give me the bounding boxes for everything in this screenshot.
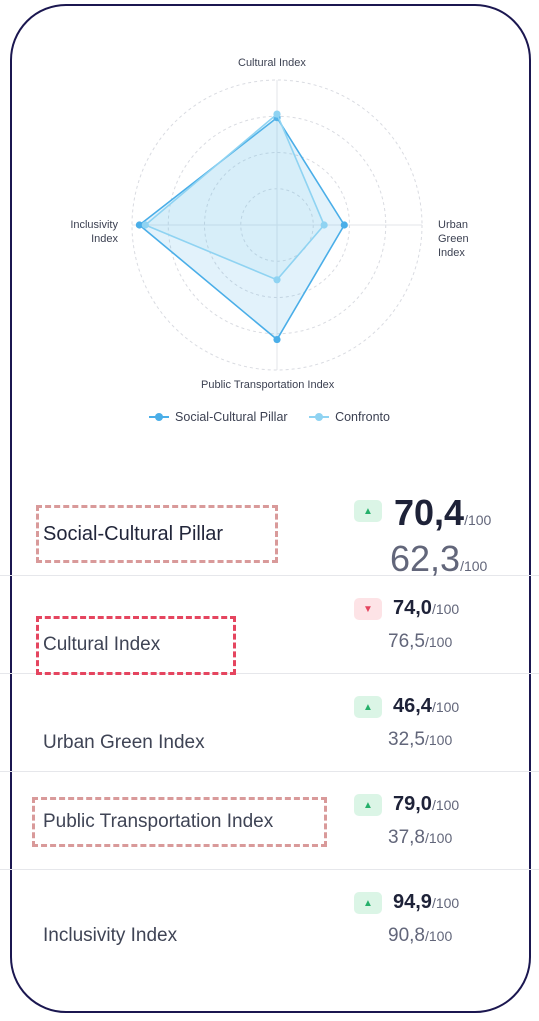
row-value-unit: /100 bbox=[431, 797, 460, 813]
row-value-number: 94,9 bbox=[393, 891, 432, 913]
legend-marker-icon bbox=[149, 412, 170, 422]
row-compare-unit: /100 bbox=[424, 928, 453, 944]
legend-label: Social-Cultural Pillar bbox=[175, 410, 288, 424]
list-item-inclusivity-index[interactable]: Inclusivity Index ▲ 94,9/100 90,8/100 bbox=[0, 870, 539, 968]
row-value: 74,0/100 bbox=[393, 597, 459, 620]
trend-up-icon: ▲ bbox=[354, 500, 382, 522]
legend-item-social-cultural[interactable]: Social-Cultural Pillar bbox=[149, 410, 288, 424]
row-value-unit: /100 bbox=[464, 512, 492, 528]
series-2-point-3 bbox=[273, 276, 281, 284]
row-compare-number: 90,8 bbox=[388, 925, 425, 946]
row-value-number: 70,4 bbox=[394, 492, 465, 533]
row-value: 94,9/100 bbox=[393, 891, 459, 914]
trend-up-icon: ▲ bbox=[354, 696, 382, 718]
series-1-point-3 bbox=[273, 335, 281, 344]
trend-up-icon: ▲ bbox=[354, 892, 382, 914]
row-compare-number: 37,8 bbox=[388, 827, 425, 848]
legend-item-confronto[interactable]: Confronto bbox=[309, 410, 390, 424]
list-item-cultural-index[interactable]: Cultural Index ▼ 74,0/100 76,5/100 bbox=[0, 576, 539, 675]
row-value-unit: /100 bbox=[431, 895, 460, 911]
row-compare: 37,8/100 bbox=[388, 827, 452, 849]
chart-legend: Social-Cultural Pillar Confronto bbox=[0, 410, 539, 425]
trend-up-icon: ▲ bbox=[354, 794, 382, 816]
row-value-unit: /100 bbox=[431, 699, 460, 715]
legend-marker-icon bbox=[309, 412, 330, 422]
row-compare: 76,5/100 bbox=[388, 631, 452, 653]
radar-chart: Cultural Index Urban Green Index Public … bbox=[0, 0, 539, 440]
row-compare: 32,5/100 bbox=[388, 729, 452, 751]
series-2-point-4 bbox=[141, 221, 149, 229]
row-label: Social-Cultural Pillar bbox=[43, 523, 224, 545]
legend-label: Confronto bbox=[335, 410, 390, 424]
row-label: Cultural Index bbox=[43, 634, 161, 655]
row-value-number: 46,4 bbox=[393, 695, 432, 717]
row-compare-number: 32,5 bbox=[388, 729, 425, 750]
axis-label-urban-green-line-2: Green bbox=[438, 233, 469, 245]
index-list: Social-Cultural Pillar ▲ 70,4/100 62,3/1… bbox=[0, 478, 539, 968]
series-area-2 bbox=[143, 112, 326, 281]
series-2-point-2 bbox=[320, 221, 328, 229]
row-compare-number: 76,5 bbox=[388, 631, 425, 652]
row-compare-unit: /100 bbox=[460, 558, 488, 574]
row-value-unit: /100 bbox=[431, 601, 460, 617]
axis-label-public-transport: Public Transportation Index bbox=[201, 379, 335, 391]
row-compare-unit: /100 bbox=[424, 732, 453, 748]
list-item-urban-green-index[interactable]: Urban Green Index ▲ 46,4/100 32,5/100 bbox=[0, 674, 539, 772]
axis-label-inclusivity-line-2: Index bbox=[91, 233, 118, 245]
trend-down-icon: ▼ bbox=[354, 598, 382, 620]
list-item-public-transportation-index[interactable]: Public Transportation Index ▲ 79,0/100 3… bbox=[0, 772, 539, 870]
row-compare-unit: /100 bbox=[424, 830, 453, 846]
row-value: 79,0/100 bbox=[393, 793, 459, 816]
axis-label-inclusivity: Inclusivity Index bbox=[60, 218, 118, 246]
row-value-number: 79,0 bbox=[393, 793, 432, 815]
axis-label-urban-green: Urban Green Index bbox=[438, 218, 469, 260]
row-compare-number: 62,3 bbox=[390, 538, 461, 579]
axis-label-urban-green-line-3: Index bbox=[438, 247, 465, 259]
axis-label-inclusivity-line-1: Inclusivity bbox=[70, 219, 118, 231]
axis-label-cultural: Cultural Index bbox=[238, 57, 306, 69]
list-item-social-cultural-pillar[interactable]: Social-Cultural Pillar ▲ 70,4/100 62,3/1… bbox=[0, 478, 539, 579]
row-value: 46,4/100 bbox=[393, 695, 459, 718]
row-value-number: 74,0 bbox=[393, 597, 432, 619]
row-value: 70,4/100 bbox=[394, 492, 491, 534]
row-compare: 62,3/100 bbox=[390, 538, 487, 580]
row-label: Public Transportation Index bbox=[43, 811, 274, 832]
row-compare: 90,8/100 bbox=[388, 925, 452, 947]
series-2-point-1 bbox=[273, 110, 281, 118]
axis-label-urban-green-line-1: Urban bbox=[438, 219, 468, 231]
row-label: Inclusivity Index bbox=[43, 925, 178, 946]
series-1-point-2 bbox=[340, 221, 348, 229]
row-compare-unit: /100 bbox=[424, 634, 453, 650]
row-label: Urban Green Index bbox=[43, 732, 205, 753]
